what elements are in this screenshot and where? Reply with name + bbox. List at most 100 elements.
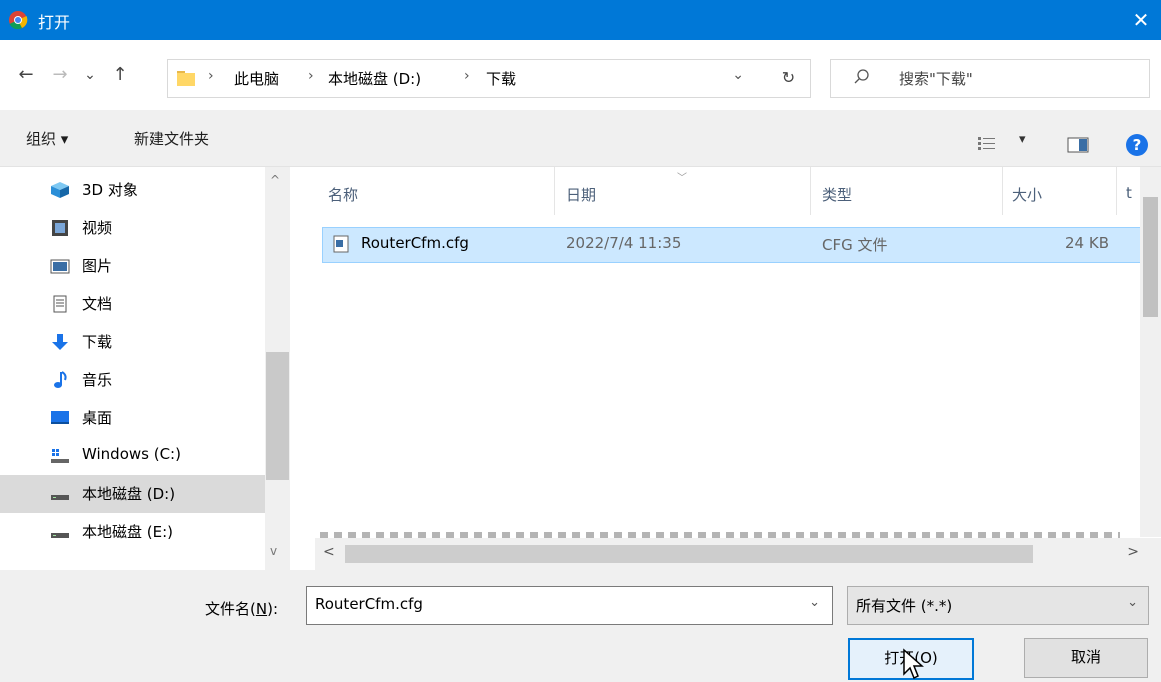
chevron-down-icon[interactable]: ⌄	[1127, 595, 1138, 610]
scrollbar-thumb[interactable]	[1143, 197, 1158, 317]
filter-value: 所有文件 (*.*)	[856, 597, 953, 615]
file-type: CFG 文件	[822, 236, 888, 254]
cube-icon	[51, 182, 69, 198]
sidebar-item-label: 3D 对象	[82, 181, 138, 199]
column-divider[interactable]	[554, 167, 555, 215]
filename-value: RouterCfm.cfg	[315, 595, 423, 613]
file-list: ﹀ 名称 日期 类型 大小 t RouterCfm.cfg 2022/7/4 1…	[290, 167, 1161, 570]
column-header-name[interactable]: 名称	[328, 184, 358, 205]
column-divider[interactable]	[810, 167, 811, 215]
sidebar-item-videos[interactable]: 视频	[0, 209, 265, 247]
scroll-right-icon[interactable]: >	[1127, 544, 1139, 560]
folder-icon	[177, 71, 195, 86]
sidebar-item-label: 文档	[82, 295, 113, 313]
filename-label-prefix: 文件名(	[205, 600, 256, 618]
scrollbar-thumb[interactable]	[345, 545, 1033, 563]
column-divider[interactable]	[1002, 167, 1003, 215]
sidebar-item-drive-d[interactable]: 本地磁盘 (D:)	[0, 475, 265, 513]
search-input[interactable]: 搜索"下载"	[830, 59, 1150, 98]
navigation-bar: ← → ⌄ ↑ › 此电脑 › 本地磁盘 (D:) › 下载 ⌄ ↻ 搜索"下载…	[0, 40, 1161, 110]
column-header-date[interactable]: 日期	[566, 184, 596, 205]
refresh-icon[interactable]: ↻	[767, 59, 811, 98]
search-icon	[854, 69, 869, 84]
search-placeholder: 搜索"下载"	[899, 70, 973, 88]
file-name: RouterCfm.cfg	[361, 234, 469, 252]
sidebar-item-documents[interactable]: 文档	[0, 285, 265, 323]
view-dropdown-icon[interactable]: ▾	[1019, 132, 1026, 147]
cfg-file-icon	[333, 235, 349, 253]
address-bar[interactable]: › 此电脑 › 本地磁盘 (D:) › 下载 ⌄	[167, 59, 769, 98]
filename-field[interactable]: RouterCfm.cfg ⌄	[306, 586, 833, 625]
sidebar-item-music[interactable]: 音乐	[0, 361, 265, 399]
breadcrumb-drive-d[interactable]: 本地磁盘 (D:)	[328, 68, 421, 89]
column-header-type[interactable]: 类型	[822, 184, 852, 205]
up-arrow-icon[interactable]: ↑	[108, 62, 132, 88]
mouse-cursor-icon	[903, 648, 924, 680]
chevron-down-icon[interactable]: ⌄	[809, 595, 820, 610]
file-list-vertical-scrollbar[interactable]	[1140, 167, 1161, 537]
video-icon	[52, 220, 68, 236]
filename-label-suffix: ):	[267, 600, 278, 618]
breadcrumb-separator: ›	[208, 68, 214, 84]
sidebar-item-label: 视频	[82, 219, 113, 237]
column-header-extra[interactable]: t	[1126, 184, 1132, 202]
scrollbar-thumb[interactable]	[266, 352, 289, 480]
file-size: 24 KB	[1065, 234, 1109, 252]
file-type-filter-select[interactable]: 所有文件 (*.*) ⌄	[847, 586, 1149, 625]
forward-arrow-icon[interactable]: →	[48, 62, 72, 88]
cancel-button[interactable]: 取消	[1024, 638, 1148, 678]
breadcrumb-downloads[interactable]: 下载	[486, 68, 516, 89]
scroll-left-icon[interactable]: <	[323, 544, 335, 560]
sidebar-item-label: Windows (C:)	[82, 445, 181, 463]
close-icon[interactable]: ✕	[1121, 0, 1161, 40]
sidebar-item-label: 音乐	[82, 371, 113, 389]
breadcrumb-separator: ›	[308, 68, 314, 84]
file-date: 2022/7/4 11:35	[566, 234, 682, 252]
navigation-pane-scrollbar[interactable]: ^ v	[265, 167, 290, 570]
table-row[interactable]: RouterCfm.cfg 2022/7/4 11:35 CFG 文件 24 K…	[322, 227, 1142, 263]
windows-drive-icon	[51, 449, 69, 463]
address-dropdown-icon[interactable]: ⌄	[732, 67, 744, 83]
document-icon	[53, 295, 67, 313]
help-icon[interactable]: ?	[1126, 134, 1148, 156]
music-note-icon	[54, 371, 67, 388]
chrome-app-icon	[9, 11, 28, 30]
breadcrumb-this-pc[interactable]: 此电脑	[234, 68, 279, 89]
file-list-horizontal-scrollbar[interactable]: < >	[315, 538, 1161, 570]
sidebar-item-label: 桌面	[82, 409, 113, 427]
sidebar-item-desktop[interactable]: 桌面	[0, 399, 265, 437]
sidebar-item-3d-objects[interactable]: 3D 对象	[0, 171, 265, 209]
recent-locations-chevron-icon[interactable]: ⌄	[80, 62, 100, 88]
scroll-up-icon[interactable]: ^	[270, 173, 280, 187]
preview-pane-icon[interactable]	[1067, 136, 1089, 154]
scroll-down-icon[interactable]: v	[270, 544, 277, 558]
filename-label-hotkey: N	[255, 600, 268, 618]
window-title: 打开	[38, 13, 71, 32]
desktop-icon	[51, 411, 69, 424]
breadcrumb-separator: ›	[464, 68, 470, 84]
sidebar-item-pictures[interactable]: 图片	[0, 247, 265, 285]
back-arrow-icon[interactable]: ←	[14, 62, 38, 88]
sidebar-item-windows-c[interactable]: Windows (C:)	[0, 437, 265, 475]
command-toolbar: 组织 ▾ 新建文件夹 ▾ ?	[0, 110, 1161, 167]
title-bar: 打开 ✕	[0, 0, 1161, 40]
drive-icon	[51, 533, 69, 538]
filename-label: 文件名(N):	[205, 598, 278, 619]
sidebar-item-label: 本地磁盘 (E:)	[82, 523, 174, 541]
sort-indicator-icon: ﹀	[677, 173, 687, 184]
column-divider[interactable]	[1116, 167, 1117, 215]
column-header-size[interactable]: 大小	[1012, 184, 1042, 205]
pictures-icon	[50, 259, 70, 274]
dialog-footer: 文件名(N): RouterCfm.cfg ⌄ 所有文件 (*.*) ⌄ 打开(…	[0, 570, 1161, 682]
sidebar-item-drive-e[interactable]: 本地磁盘 (E:)	[0, 513, 265, 551]
download-arrow-icon	[52, 334, 68, 350]
drive-icon	[51, 495, 69, 500]
view-options-icon[interactable]	[977, 136, 997, 152]
new-folder-button[interactable]: 新建文件夹	[134, 128, 209, 149]
sidebar-item-downloads[interactable]: 下载	[0, 323, 265, 361]
organize-button[interactable]: 组织 ▾	[26, 128, 68, 149]
sidebar-item-label: 下载	[82, 333, 113, 351]
sidebar-item-label: 本地磁盘 (D:)	[82, 485, 176, 503]
sidebar-item-label: 图片	[82, 257, 113, 275]
navigation-pane: 3D 对象 视频 图片 文档 下载 音乐 桌面 Windows (C:) 本地磁…	[0, 167, 290, 570]
